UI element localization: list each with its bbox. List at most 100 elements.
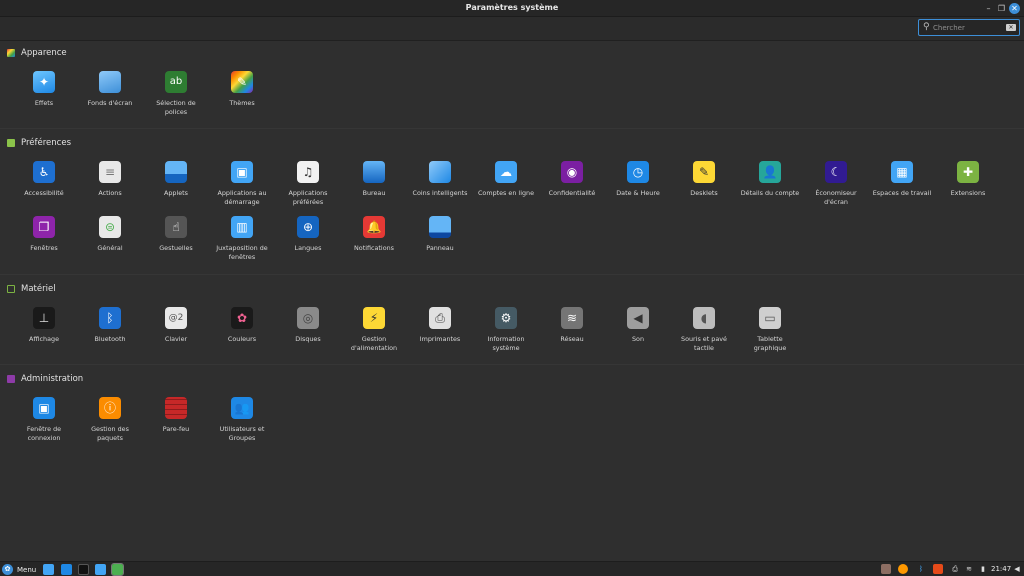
item-extensions[interactable]: ✚ Extensions [936,161,1000,198]
item-information-systeme[interactable]: ⚙ Information système [474,307,538,352]
item-label: Détails du compte [740,189,800,197]
accessibility-icon: ♿ [33,161,55,183]
item-label: Fonds d'écran [87,99,133,107]
item-label: Fenêtres [30,244,58,252]
search-box[interactable]: ⚲ ✕ [918,19,1020,36]
minimize-button[interactable]: – [983,3,994,14]
maximize-button[interactable]: ❐ [996,3,1007,14]
item-label: Actions [98,189,122,197]
item-label: Accessibilité [24,189,64,197]
item-bluetooth[interactable]: ᛒ Bluetooth [78,307,142,344]
bluetooth-icon: ᛒ [99,307,121,329]
item-langues[interactable]: ⊕ Langues [276,216,340,253]
item-general[interactable]: ⊜ Général [78,216,142,253]
item-applications-preferees[interactable]: ♫ Applications préférées [276,161,340,206]
update-tray-icon[interactable] [898,564,908,574]
item-notifications[interactable]: 🔔 Notifications [342,216,406,253]
show-desktop-icon[interactable] [43,564,54,575]
item-label: Souris et pavé tactile [681,335,727,352]
mint-logo-icon: ✿ [2,564,13,575]
section-label: Préférences [21,138,71,148]
item-label: Notifications [354,244,394,252]
item-panneau[interactable]: Panneau [408,216,472,253]
item-juxtaposition[interactable]: ▥ Juxtaposition de fenêtres [210,216,274,261]
item-label: Gestion des paquets [91,425,129,442]
item-imprimantes[interactable]: ⎙ Imprimantes [408,307,472,344]
item-economiseur-ecran[interactable]: ☾ Économiseur d'écran [804,161,868,206]
volume-tray-icon[interactable]: ◀ [1012,564,1022,574]
item-label: Réseau [560,335,584,343]
item-details-compte[interactable]: 👤 Détails du compte [738,161,802,198]
item-themes[interactable]: ✎ Thèmes [210,71,274,108]
wallpaper-icon [99,71,121,93]
disk-icon: ◎ [297,307,319,329]
window-titlebar: Paramètres système – ❐ ✕ [0,0,1024,17]
menu-button[interactable]: ✿ Menu [2,564,36,575]
color-wheel-icon: ✿ [231,307,253,329]
item-gestion-alimentation[interactable]: ⚡ Gestion d'alimentation [342,307,406,352]
item-label: Bluetooth [94,335,126,343]
fonts-icon: ab [165,71,187,93]
item-label: Information système [487,335,525,352]
shield-tray-icon[interactable] [933,564,943,574]
notes-tray-icon[interactable] [881,564,891,574]
item-son[interactable]: ◀ Son [606,307,670,344]
item-espaces-travail[interactable]: ▦ Espaces de travail [870,161,934,198]
item-gestion-paquets[interactable]: ⓘ Gestion des paquets [78,397,142,442]
windows-icon: ❐ [33,216,55,238]
item-applications-demarrage[interactable]: ▣ Applications au démarrage [210,161,274,206]
item-tablette[interactable]: ▭ Tablette graphique [738,307,802,352]
window-tiling-icon: ▥ [231,216,253,238]
item-utilisateurs-groupes[interactable]: 👥 Utilisateurs et Groupes [210,397,274,442]
item-label: Gestuelles [159,244,193,252]
settings-app-icon[interactable] [111,563,124,576]
item-couleurs[interactable]: ✿ Couleurs [210,307,274,344]
item-clavier[interactable]: @2 Clavier [144,307,208,344]
wifi-tray-icon[interactable]: ≋ [964,564,974,574]
item-label: Sélection de polices [156,99,196,116]
item-reseau[interactable]: ≋ Réseau [540,307,604,344]
item-coins-intelligents[interactable]: Coins intelligents [408,161,472,198]
item-souris[interactable]: ◖ Souris et pavé tactile [672,307,736,352]
item-confidentialite[interactable]: ◉ Confidentialité [540,161,604,198]
login-window-icon: ▣ [33,397,55,419]
battery-tray-icon[interactable]: ▮ [978,564,988,574]
item-bureau[interactable]: Bureau [342,161,406,198]
files-icon[interactable] [95,564,106,575]
item-fenetre-connexion[interactable]: ▣ Fenêtre de connexion [12,397,76,442]
bell-icon: 🔔 [363,216,385,238]
item-label: Langues [294,244,322,252]
item-disques[interactable]: ◎ Disques [276,307,340,344]
item-label: Tablette graphique [753,335,787,352]
item-applets[interactable]: Applets [144,161,208,198]
item-gestuelles[interactable]: ☝ Gestuelles [144,216,208,253]
item-label: Coins intelligents [412,189,468,197]
item-desklets[interactable]: ✎ Desklets [672,161,736,198]
printer-tray-icon[interactable]: ⎙ [950,564,960,574]
mail-icon[interactable] [61,564,72,575]
terminal-icon[interactable] [78,564,89,575]
item-fenetres[interactable]: ❐ Fenêtres [12,216,76,253]
item-actions[interactable]: ≡ Actions [78,161,142,198]
users-icon: 👥 [231,397,253,419]
item-date-heure[interactable]: ◷ Date & Heure [606,161,670,198]
tablet-icon: ▭ [759,307,781,329]
item-label: Couleurs [227,335,257,343]
item-effets[interactable]: ✦ Effets [12,71,76,108]
search-input[interactable] [933,21,1003,34]
item-accessibilite[interactable]: ♿ Accessibilité [12,161,76,198]
bluetooth-tray-icon[interactable]: ᛒ [916,564,926,574]
clear-search-icon[interactable]: ✕ [1006,24,1016,31]
item-fonds-ecran[interactable]: Fonds d'écran [78,71,142,108]
section-administration: Administration [7,373,83,385]
clock[interactable]: 21:47 [991,565,1011,573]
item-label: Confidentialité [548,189,596,197]
account-details-icon: 👤 [759,161,781,183]
item-label: Effets [34,99,54,107]
item-pare-feu[interactable]: Pare-feu [144,397,208,434]
item-affichage[interactable]: ⊥ Affichage [12,307,76,344]
item-selection-polices[interactable]: ab Sélection de polices [144,71,208,116]
item-comptes-en-ligne[interactable]: ☁ Comptes en ligne [474,161,538,198]
close-button[interactable]: ✕ [1009,3,1020,14]
hot-corners-icon [429,161,451,183]
